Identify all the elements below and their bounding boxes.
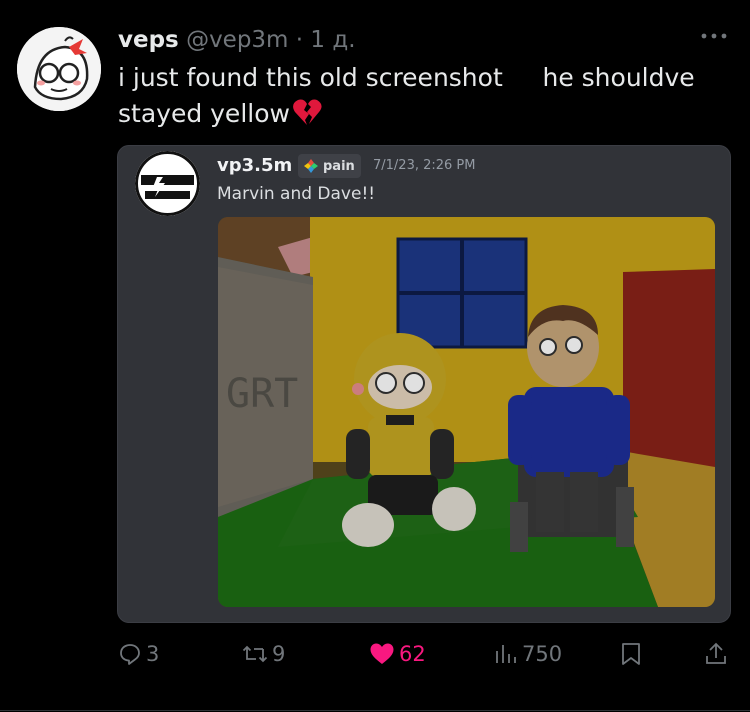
bottom-divider	[0, 710, 750, 711]
reply-button[interactable]: 3	[118, 642, 159, 666]
more-horizontal-icon[interactable]	[700, 22, 728, 47]
repost-button[interactable]: 9	[242, 642, 285, 666]
post-header: veps @vep3m · 1 д.	[118, 24, 356, 56]
embed-server-tag[interactable]: pain	[298, 154, 361, 178]
views-count: 750	[522, 642, 563, 666]
embed-timestamp: 7/1/23, 2:26 PM	[373, 158, 476, 173]
heart-filled-icon	[369, 642, 395, 666]
post-action-bar: 3 9 62 750	[0, 640, 750, 680]
separator-dot: ·	[295, 27, 304, 53]
repost-icon	[242, 642, 268, 666]
embedded-message-card[interactable]: vp3.5m pain 7/1/23, 2:26 PM Marvin and D…	[117, 145, 731, 623]
embed-username[interactable]: vp3.5m	[217, 154, 292, 178]
post-text-content: i just found this old screenshot he shou…	[118, 63, 703, 128]
game-screenshot-image[interactable]: GRT	[218, 217, 715, 607]
reply-icon	[118, 642, 142, 666]
reply-count: 3	[146, 642, 160, 666]
views-button[interactable]: 750	[494, 642, 562, 666]
embed-message: Marvin and Dave!!	[217, 184, 376, 204]
views-chart-icon	[494, 642, 518, 666]
share-button[interactable]	[704, 642, 728, 666]
post-time[interactable]: 1 д.	[310, 27, 355, 53]
avatar-drawing-icon	[17, 27, 101, 111]
author-avatar[interactable]	[17, 27, 101, 111]
repost-count: 9	[272, 642, 286, 666]
bookmark-button[interactable]	[620, 642, 642, 666]
post-text: i just found this old screenshot he shou…	[118, 60, 728, 136]
diamond-tag-icon	[304, 159, 318, 173]
bookmark-icon	[620, 642, 642, 666]
like-count: 62	[399, 642, 426, 666]
embed-avatar[interactable]	[135, 151, 200, 216]
embed-avatar-logo-icon	[135, 151, 200, 216]
author-handle[interactable]: @vep3m	[186, 27, 288, 53]
like-button[interactable]: 62	[369, 642, 426, 666]
author-name[interactable]: veps	[118, 27, 179, 53]
tag-label: pain	[323, 158, 355, 174]
broken-heart-icon	[292, 98, 322, 136]
share-icon	[704, 642, 728, 666]
